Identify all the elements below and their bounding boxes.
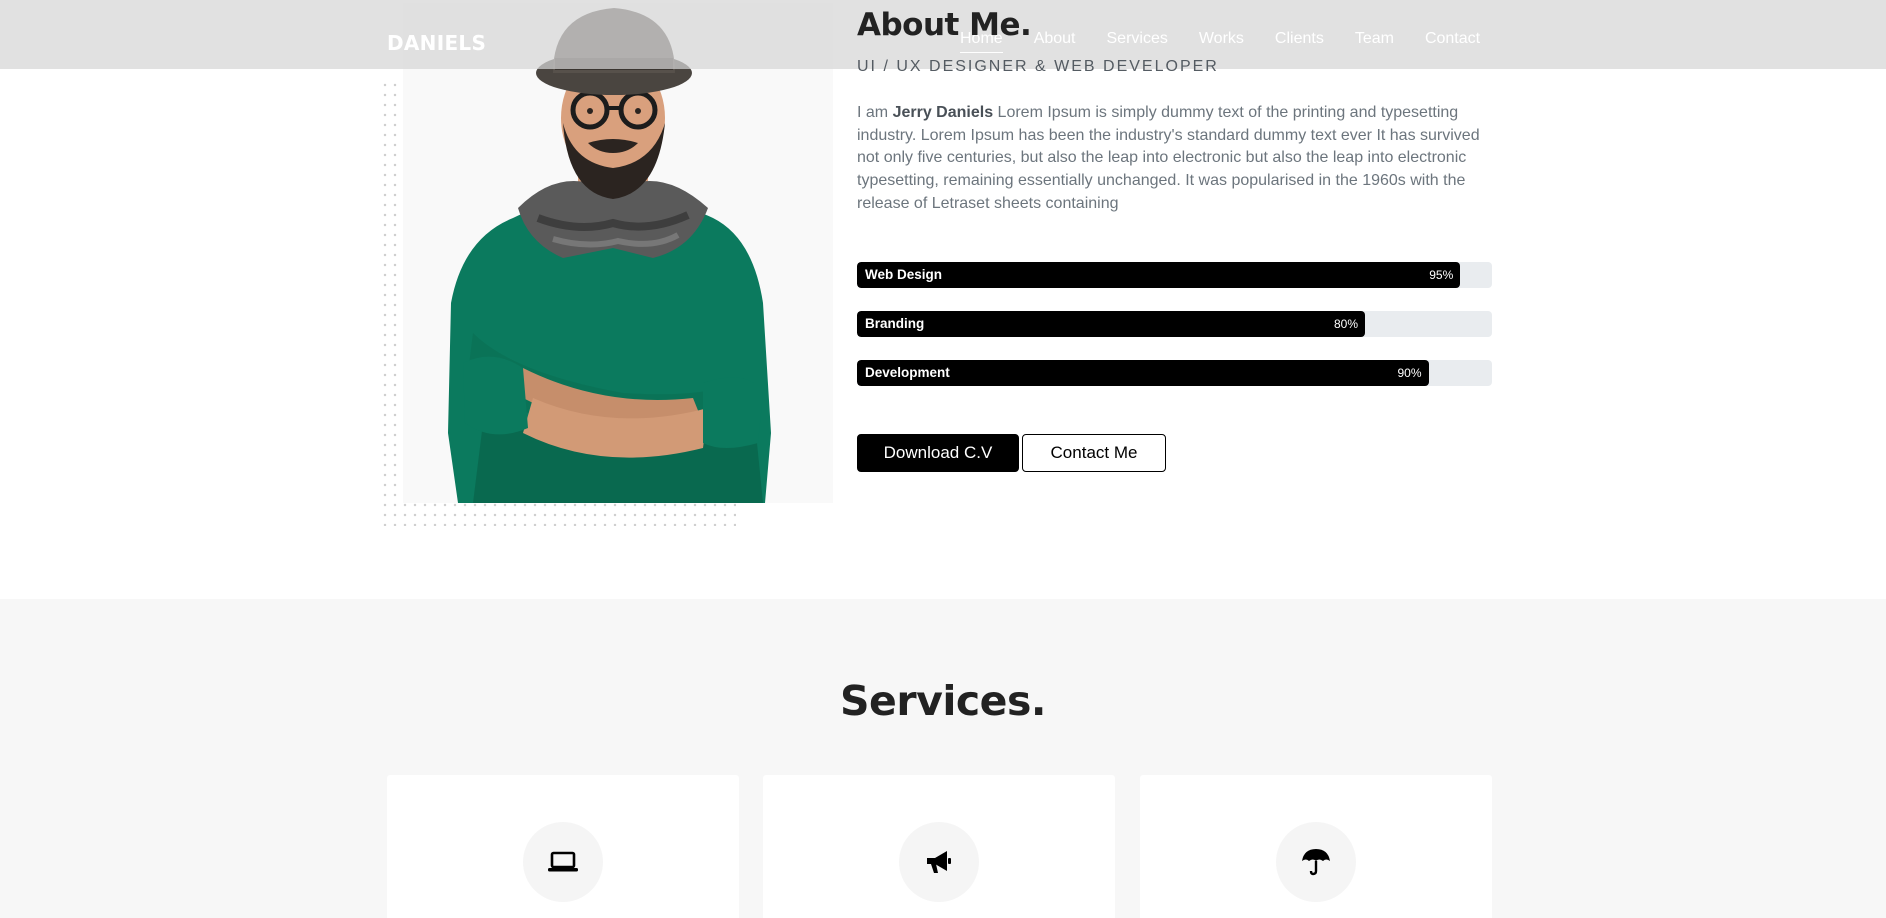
skill-bar-web-design: Web Design 95% [857,262,1492,288]
skill-percent: 80% [1334,317,1359,331]
skill-bar-branding: Branding 80% [857,311,1492,337]
service-card [1140,775,1492,918]
skill-bar-development: Development 90% [857,360,1492,386]
skill-name: Web Design [865,267,943,282]
contact-me-button[interactable]: Contact Me [1022,434,1166,472]
megaphone-icon [927,851,951,873]
skill-name: Branding [865,316,925,331]
man-portrait-illustration [448,8,771,503]
icon-circle [899,822,979,902]
nav-link-works[interactable]: Works [1199,29,1244,49]
nav-link-clients[interactable]: Clients [1275,29,1324,49]
nav-link-contact[interactable]: Contact [1425,29,1480,49]
laptop-icon [548,851,578,872]
services-section: Services. [0,599,1886,918]
nav-link-team[interactable]: Team [1355,29,1394,49]
icon-circle [523,822,603,902]
intro-prefix: I am [857,104,889,121]
nav-link-about[interactable]: About [1034,29,1076,49]
skill-name: Development [865,365,950,380]
skill-fill [857,262,1461,288]
nav-link-services[interactable]: Services [1107,29,1168,49]
about-subtitle: UI / UX DESIGNER & WEB DEVELOPER [857,58,1219,75]
profile-photo [403,3,833,503]
umbrella-icon [1302,849,1330,876]
service-card [763,775,1115,918]
about-description: I am Jerry Daniels Lorem Ipsum is simply… [857,102,1497,216]
main-nav: Home About Services Works Clients Team C… [960,29,1511,53]
about-title: About Me. [857,7,1032,43]
service-card [387,775,739,918]
skill-fill [857,311,1365,337]
download-cv-button[interactable]: Download C.V [857,434,1019,472]
skill-percent: 95% [1429,268,1454,282]
skill-percent: 90% [1397,366,1422,380]
brand-logo[interactable]: DANIELS [387,31,486,55]
icon-circle [1276,822,1356,902]
services-title: Services. [840,677,1046,725]
person-name: Jerry Daniels [892,104,994,121]
about-section: About Me. UI / UX DESIGNER & WEB DEVELOP… [0,0,1886,599]
